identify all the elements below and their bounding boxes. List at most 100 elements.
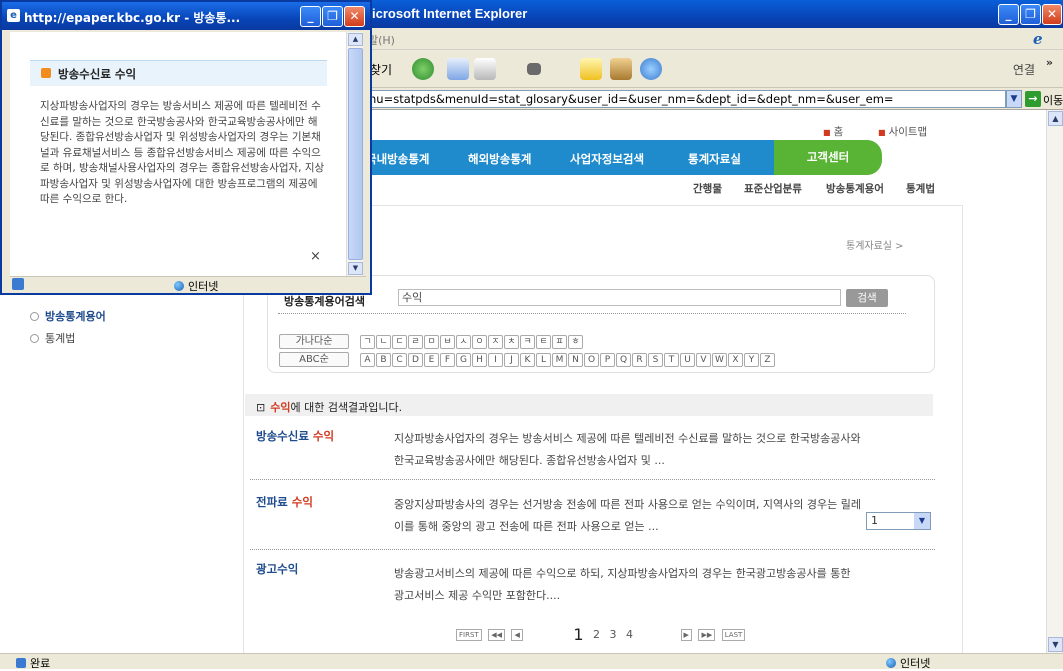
index-korean-button[interactable]: 가나다순 — [279, 334, 349, 349]
index-key[interactable]: D — [408, 353, 423, 367]
sub-menu-industry-class[interactable]: 표준산업분류 — [744, 181, 802, 196]
page-prev-button[interactable]: ◀ — [511, 628, 523, 641]
index-key[interactable]: I — [488, 353, 503, 367]
index-key[interactable]: P — [600, 353, 615, 367]
index-key[interactable]: F — [440, 353, 455, 367]
sub-menu-broadcast-terms[interactable]: 방송통계용어 — [826, 181, 884, 196]
chevron-down-icon[interactable]: ▼ — [914, 513, 930, 529]
index-key[interactable]: Y — [744, 353, 759, 367]
page-number[interactable]: 2 — [593, 628, 600, 641]
go-arrow-icon[interactable]: → — [1025, 91, 1041, 107]
popup-title-bar[interactable]: e http://epaper.kbc.go.kr - 방송통... _ ❐ ✕ — [2, 2, 370, 30]
index-key[interactable]: ㄹ — [408, 335, 423, 349]
vertical-scrollbar[interactable]: ▲ ▼ — [1046, 110, 1063, 653]
index-key[interactable]: T — [664, 353, 679, 367]
search-input[interactable]: 수익 — [398, 289, 841, 306]
index-key[interactable]: H — [472, 353, 487, 367]
util-home-link[interactable]: ■ 홈 — [823, 124, 843, 139]
links-label[interactable]: 연결 — [1013, 61, 1035, 78]
index-key[interactable]: ㅍ — [552, 335, 567, 349]
popup-close-button[interactable]: ✕ — [344, 6, 365, 27]
page-next-block-button[interactable]: ▶▶ — [698, 628, 716, 641]
index-key[interactable]: G — [456, 353, 471, 367]
maximize-button[interactable]: ❐ — [1020, 4, 1041, 25]
popup-minimize-button[interactable]: _ — [300, 6, 321, 27]
index-key[interactable]: ㅁ — [424, 335, 439, 349]
index-key[interactable]: V — [696, 353, 711, 367]
messenger-icon[interactable] — [640, 58, 662, 80]
go-button[interactable]: 이동 — [1043, 92, 1063, 108]
page-select[interactable]: 1 ▼ — [866, 512, 931, 530]
index-key[interactable]: ㄷ — [392, 335, 407, 349]
index-key[interactable]: A — [360, 353, 375, 367]
gnb-customer-center[interactable]: 고객센터 — [774, 140, 882, 175]
popup-maximize-button[interactable]: ❐ — [322, 6, 343, 27]
gnb-stats-library[interactable]: 통계자료실 — [688, 151, 741, 167]
scroll-down-icon[interactable]: ▼ — [348, 262, 363, 275]
side-menu-statistics-law[interactable]: 통계법 — [30, 330, 75, 346]
index-key[interactable]: S — [648, 353, 663, 367]
history-icon[interactable] — [412, 58, 434, 80]
page-number-current[interactable]: 1 — [573, 625, 583, 644]
index-key[interactable]: ㅂ — [440, 335, 455, 349]
gnb-overseas-stats[interactable]: 해외방송통계 — [468, 151, 531, 167]
sub-menu-publications[interactable]: 간행물 — [693, 181, 722, 196]
index-key[interactable]: W — [712, 353, 727, 367]
page-number[interactable]: 3 — [610, 628, 617, 641]
gnb-domestic-stats[interactable]: 국내방송통계 — [366, 151, 429, 167]
index-key[interactable]: ㅈ — [488, 335, 503, 349]
research-icon[interactable] — [610, 58, 632, 80]
scroll-up-icon[interactable]: ▲ — [348, 33, 363, 46]
print-icon[interactable] — [474, 58, 496, 80]
index-abc-button[interactable]: ABC순 — [279, 352, 349, 367]
mail-icon[interactable] — [447, 58, 469, 80]
index-key[interactable]: B — [376, 353, 391, 367]
edit-icon[interactable] — [527, 63, 541, 75]
gnb-provider-search[interactable]: 사업자정보검색 — [570, 151, 644, 167]
util-sitemap-link[interactable]: ■ 사이트맵 — [878, 124, 927, 139]
scroll-up-icon[interactable]: ▲ — [1048, 111, 1063, 126]
index-key[interactable]: ㅊ — [504, 335, 519, 349]
index-key[interactable]: K — [520, 353, 535, 367]
index-key[interactable]: U — [680, 353, 695, 367]
popup-close-icon[interactable]: × — [310, 249, 321, 264]
index-key[interactable]: J — [504, 353, 519, 367]
close-button[interactable]: ✕ — [1042, 4, 1062, 25]
index-key[interactable]: L — [536, 353, 551, 367]
search-button[interactable]: 검색 — [846, 289, 888, 307]
index-key[interactable]: Q — [616, 353, 631, 367]
index-key[interactable]: ㄱ — [360, 335, 375, 349]
result-title-link[interactable]: 전파료 수익 — [256, 494, 313, 510]
minimize-button[interactable]: _ — [998, 4, 1019, 25]
index-key[interactable]: O — [584, 353, 599, 367]
toolbar-overflow-icon[interactable]: » — [1046, 56, 1053, 69]
breadcrumb[interactable]: 통계자료실 > — [846, 237, 904, 252]
notes-icon[interactable] — [580, 58, 602, 80]
scroll-down-icon[interactable]: ▼ — [1048, 637, 1063, 652]
index-key[interactable]: C — [392, 353, 407, 367]
index-key[interactable]: ㅅ — [456, 335, 471, 349]
page-number[interactable]: 4 — [626, 628, 633, 641]
index-key[interactable]: N — [568, 353, 583, 367]
page-next-button[interactable]: ▶ — [680, 628, 692, 641]
index-key[interactable]: Z — [760, 353, 775, 367]
address-dropdown-icon[interactable]: ▼ — [1006, 90, 1022, 108]
popup-scrollbar[interactable]: ▲ ▼ — [346, 32, 363, 276]
index-key[interactable]: ㅋ — [520, 335, 535, 349]
index-key[interactable]: R — [632, 353, 647, 367]
address-input[interactable]: nu=statpds&menuId=stat_glosary&user_id=&… — [366, 90, 1006, 108]
index-key[interactable]: ㄴ — [376, 335, 391, 349]
index-key[interactable]: ㅇ — [472, 335, 487, 349]
page-prev-block-button[interactable]: ◀◀ — [488, 628, 505, 641]
side-menu-broadcast-terms[interactable]: 방송통계용어 — [30, 308, 106, 324]
index-key[interactable]: E — [424, 353, 439, 367]
index-key[interactable]: ㅌ — [536, 335, 551, 349]
sub-menu-statistics-law[interactable]: 통계법 — [906, 181, 935, 196]
page-last-button[interactable]: LAST — [721, 628, 746, 641]
scroll-thumb[interactable] — [348, 48, 363, 260]
menu-help[interactable]: 말(H) — [368, 32, 395, 48]
result-title-link[interactable]: 광고수익 — [256, 561, 298, 577]
index-key[interactable]: X — [728, 353, 743, 367]
index-key[interactable]: M — [552, 353, 567, 367]
result-title-link[interactable]: 방송수신료 수익 — [256, 428, 334, 444]
